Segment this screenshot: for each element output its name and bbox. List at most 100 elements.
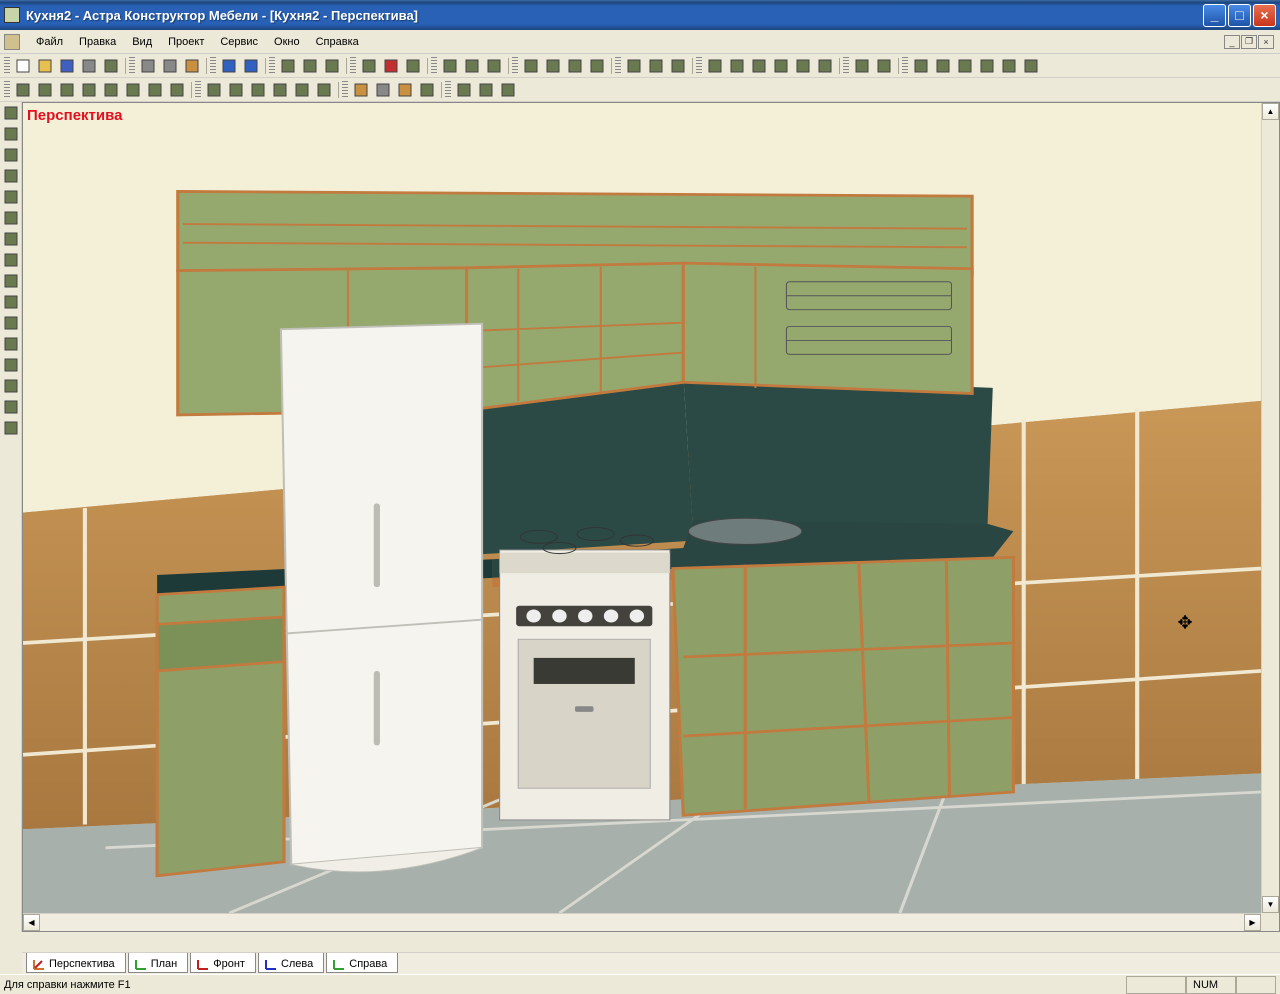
new-button[interactable] [13, 56, 33, 76]
flip-v-button[interactable] [145, 80, 165, 100]
print-button[interactable] [79, 56, 99, 76]
edit-fill-button[interactable] [359, 56, 379, 76]
toolbar-grip[interactable] [431, 57, 437, 75]
layer-button[interactable] [300, 56, 320, 76]
rect-tool[interactable] [1, 187, 21, 207]
menu-window[interactable]: Окно [266, 33, 308, 51]
toolbar-grip[interactable] [195, 81, 201, 99]
doc-icon[interactable] [4, 34, 20, 50]
toolbar-grip[interactable] [210, 57, 216, 75]
toolbar-grip[interactable] [902, 57, 908, 75]
center-button[interactable] [624, 56, 644, 76]
dim-tool-button[interactable] [314, 80, 334, 100]
grid-button[interactable] [278, 56, 298, 76]
view-tab-2[interactable]: Фронт [190, 953, 256, 973]
menu-file[interactable]: Файл [28, 33, 71, 51]
hierarchy-button[interactable] [440, 56, 460, 76]
window-3d-button[interactable] [705, 56, 725, 76]
split-h-button[interactable] [1021, 56, 1041, 76]
maximize-button[interactable]: □ [1228, 4, 1251, 27]
align-r-button[interactable] [57, 80, 77, 100]
panel-1-button[interactable] [874, 56, 894, 76]
grid-snap-button[interactable] [292, 80, 312, 100]
arrow-tool-button[interactable] [476, 80, 496, 100]
point-tool-button[interactable] [248, 80, 268, 100]
toolbar-grip[interactable] [4, 81, 10, 99]
orbit-button[interactable] [587, 56, 607, 76]
menu-project[interactable]: Проект [160, 33, 212, 51]
drop-down-2-button[interactable] [226, 80, 246, 100]
toolbar-grip[interactable] [129, 57, 135, 75]
scroll-up-button[interactable]: ▲ [1262, 103, 1279, 120]
menu-edit[interactable]: Правка [71, 33, 124, 51]
line-tool-button[interactable] [270, 80, 290, 100]
protractor-tool[interactable] [1, 334, 21, 354]
zoom-in-button[interactable] [521, 56, 541, 76]
curve-ccw-tool[interactable] [1, 376, 21, 396]
view-tab-1[interactable]: План [128, 953, 189, 973]
dist-v-button[interactable] [101, 80, 121, 100]
toolbar-grip[interactable] [843, 57, 849, 75]
scroll-down-button[interactable]: ▼ [1262, 896, 1279, 913]
box-green-button[interactable] [771, 56, 791, 76]
cylinder-button[interactable] [373, 80, 393, 100]
redo-button[interactable] [241, 56, 261, 76]
toolbar-grip[interactable] [269, 57, 275, 75]
open-button[interactable] [35, 56, 55, 76]
undo-button[interactable] [219, 56, 239, 76]
save-button[interactable] [57, 56, 77, 76]
paste-button[interactable] [182, 56, 202, 76]
cut-button[interactable] [138, 56, 158, 76]
pin-rotate-button[interactable] [403, 56, 423, 76]
toolbar-grip[interactable] [445, 81, 451, 99]
minimize-button[interactable]: _ [1203, 4, 1226, 27]
view-tab-0[interactable]: Перспектива [26, 953, 126, 973]
toolbar-grip[interactable] [350, 57, 356, 75]
material-button[interactable] [498, 80, 518, 100]
custom-button[interactable] [417, 80, 437, 100]
copy-button[interactable] [160, 56, 180, 76]
menu-service[interactable]: Сервис [212, 33, 266, 51]
box-align-tool[interactable] [1, 397, 21, 417]
window-single-button[interactable] [668, 56, 688, 76]
zoom-fit-button[interactable] [565, 56, 585, 76]
scrollbar-horizontal[interactable]: ◀ ▶ [23, 913, 1261, 931]
panel-3-button[interactable] [933, 56, 953, 76]
scissors-tool[interactable] [1, 250, 21, 270]
view-tab-4[interactable]: Справа [326, 953, 398, 973]
cone-button[interactable] [395, 80, 415, 100]
viewport-3d[interactable]: Перспектива ✥ [23, 103, 1261, 913]
close-button[interactable]: × [1253, 4, 1276, 27]
align-l-button[interactable] [13, 80, 33, 100]
panel-5-button[interactable] [977, 56, 997, 76]
flip-h-button[interactable] [123, 80, 143, 100]
edit-tool[interactable] [1, 124, 21, 144]
mdi-minimize-button[interactable]: _ [1224, 35, 1240, 49]
panel-2-button[interactable] [911, 56, 931, 76]
scroll-left-button[interactable]: ◀ [23, 914, 40, 931]
props-button[interactable] [484, 56, 504, 76]
poly-tool[interactable] [1, 208, 21, 228]
print-preview-button[interactable] [101, 56, 121, 76]
split-v-button[interactable] [999, 56, 1019, 76]
rotate-tool[interactable] [1, 145, 21, 165]
window-tex-button[interactable] [749, 56, 769, 76]
ruler-tool[interactable] [1, 313, 21, 333]
measure-tool[interactable] [1, 271, 21, 291]
view-tab-3[interactable]: Слева [258, 953, 324, 973]
line-tool[interactable] [1, 229, 21, 249]
wireframe-button[interactable] [646, 56, 666, 76]
drop-down-1-button[interactable] [204, 80, 224, 100]
tape-tool[interactable] [1, 292, 21, 312]
mdi-restore-button[interactable]: ❐ [1241, 35, 1257, 49]
box-brown-button[interactable] [793, 56, 813, 76]
window-shade-button[interactable] [727, 56, 747, 76]
zoom-out-button[interactable] [543, 56, 563, 76]
pictogram-button[interactable] [815, 56, 835, 76]
pointer-tool[interactable] [1, 103, 21, 123]
center-obj-button[interactable] [167, 80, 187, 100]
select-all-button[interactable] [462, 56, 482, 76]
panel-4-button[interactable] [955, 56, 975, 76]
axes-button[interactable] [852, 56, 872, 76]
toolbar-grip[interactable] [4, 57, 10, 75]
